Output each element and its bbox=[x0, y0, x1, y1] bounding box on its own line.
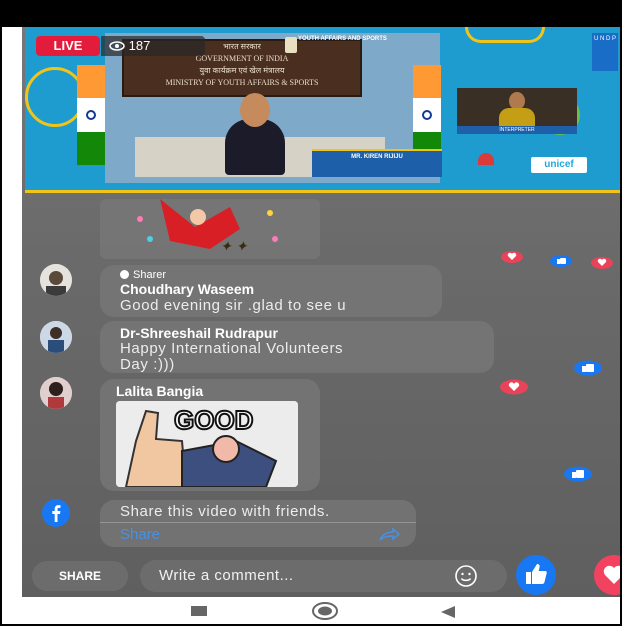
divider bbox=[100, 522, 416, 523]
speaker-namecard: MR. KIREN RIJIJU bbox=[312, 149, 442, 177]
comment-text: Happy International Volunteers bbox=[120, 340, 344, 357]
avatar[interactable] bbox=[40, 264, 72, 296]
recent-apps-icon[interactable] bbox=[190, 604, 208, 618]
plaque-line: MINISTRY OF YOUTH AFFAIRS & SPORTS bbox=[165, 78, 319, 87]
like-button[interactable] bbox=[516, 555, 556, 595]
speaker-head bbox=[240, 93, 270, 127]
comment-author[interactable]: Lalita Bangia bbox=[116, 383, 304, 399]
home-icon[interactable] bbox=[311, 602, 339, 620]
sticker-text: GOOD bbox=[174, 405, 253, 435]
comment-input[interactable] bbox=[140, 560, 507, 592]
like-icon bbox=[526, 564, 547, 584]
comment-author[interactable]: Choudhary Waseem bbox=[120, 281, 422, 297]
love-reaction-icon bbox=[500, 379, 528, 395]
viewer-count-badge: 187 bbox=[101, 36, 205, 56]
undp-label: U N D P bbox=[593, 36, 616, 42]
status-bar bbox=[2, 0, 620, 27]
share-prompt-text: Share this video with friends. bbox=[120, 503, 330, 520]
sharer-badge-label: Sharer bbox=[133, 269, 167, 281]
facebook-icon bbox=[42, 499, 70, 527]
sticker-comment-bubble[interactable]: Lalita Bangia GOOD bbox=[100, 379, 320, 491]
avatar[interactable] bbox=[40, 321, 72, 353]
live-video-screen: भारत सरकार GOVERNMENT OF INDIA युवा कार्… bbox=[22, 27, 620, 597]
love-reaction-icon bbox=[591, 257, 613, 269]
volunteer-logo bbox=[471, 153, 501, 175]
plaque-line: युवा कार्यक्रम एवं खेल मंत्रालय bbox=[199, 66, 285, 75]
emoji-icon[interactable] bbox=[454, 564, 478, 588]
interpreter-body bbox=[499, 108, 535, 128]
live-badge: LIVE bbox=[36, 36, 100, 56]
good-sticker: GOOD bbox=[116, 401, 298, 487]
back-icon[interactable] bbox=[440, 605, 456, 619]
system-navigation-bar bbox=[4, 597, 620, 624]
ministry-logo-text: YOUTH AFFAIRS AND SPORTS bbox=[298, 36, 387, 42]
love-icon bbox=[603, 565, 620, 584]
comment-bubble[interactable]: Dr-Shreeshail Rudrapur Happy Internation… bbox=[100, 321, 494, 373]
share-arrow-icon[interactable] bbox=[378, 528, 400, 542]
comment-text: Good evening sir .glad to see u bbox=[120, 297, 347, 314]
unicef-logo: unicef bbox=[531, 157, 587, 173]
speaker bbox=[225, 119, 285, 175]
interpreter-label: INTERPRETER bbox=[457, 126, 577, 134]
love-reaction-icon bbox=[501, 251, 523, 263]
share-link[interactable]: Share bbox=[120, 526, 160, 544]
share-prompt[interactable]: Share this video with friends. Share bbox=[100, 500, 416, 547]
decorative-ring bbox=[25, 67, 85, 127]
share-button[interactable]: SHARE bbox=[32, 561, 128, 591]
phone-frame: भारत सरकार GOVERNMENT OF INDIA युवा कार्… bbox=[0, 0, 622, 626]
sticker-comment[interactable]: ✦ ✦ bbox=[100, 199, 320, 259]
like-reaction-icon bbox=[574, 360, 602, 376]
like-reaction-icon bbox=[550, 255, 572, 267]
national-emblem-icon bbox=[285, 37, 297, 53]
comment-bubble[interactable]: Sharer Choudhary Waseem Good evening sir… bbox=[100, 265, 442, 317]
undp-logo: U N D P bbox=[592, 33, 618, 71]
india-flag-left bbox=[77, 65, 105, 165]
speaker-name: MR. KIREN RIJIJU bbox=[351, 154, 403, 160]
ministry-name: YOUTH AFFAIRS AND SPORTS bbox=[298, 36, 387, 42]
viewer-count: 187 bbox=[128, 38, 151, 53]
comment-text: Day :))) bbox=[120, 356, 175, 373]
sharer-badge: Sharer bbox=[120, 269, 422, 281]
unicef-label: unicef bbox=[544, 159, 574, 170]
like-reaction-icon bbox=[564, 466, 592, 482]
eye-icon bbox=[109, 37, 125, 57]
svg-text:✦ ✦: ✦ ✦ bbox=[220, 238, 249, 254]
avatar[interactable] bbox=[40, 377, 72, 409]
interpreter-inset: INTERPRETER bbox=[457, 88, 577, 134]
comment-author[interactable]: Dr-Shreeshail Rudrapur bbox=[120, 325, 474, 341]
decorative-arc bbox=[465, 27, 545, 43]
love-button[interactable] bbox=[594, 555, 620, 595]
